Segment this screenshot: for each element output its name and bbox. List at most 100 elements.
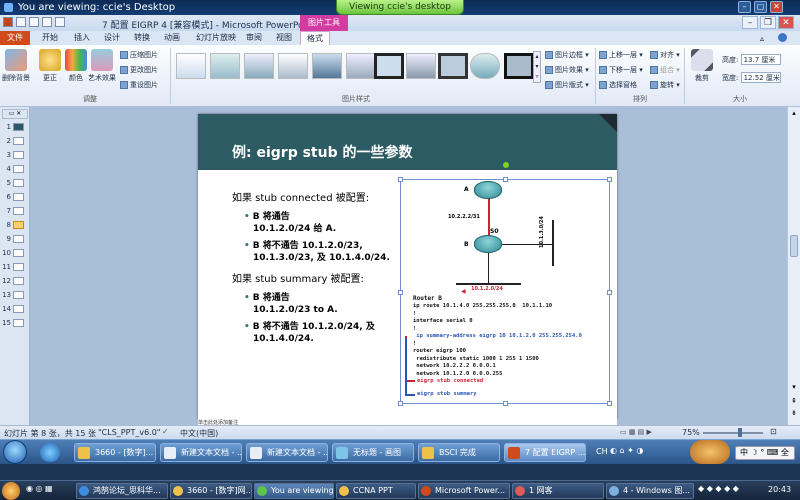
ime-indicator[interactable]: CH bbox=[596, 447, 608, 456]
slide-title[interactable]: 例: eigrp stub 的一些参数 bbox=[232, 142, 412, 162]
local-task-image-viewer[interactable]: 4 - Windows 图... bbox=[606, 483, 694, 499]
picture-style-4[interactable] bbox=[278, 53, 308, 79]
local-task-chat[interactable]: 1 网客 bbox=[512, 483, 604, 499]
minimize-button[interactable]: – bbox=[742, 16, 758, 29]
remote-minimize-button[interactable]: – bbox=[738, 1, 751, 13]
picture-style-7[interactable] bbox=[374, 53, 404, 79]
local-tray-icons[interactable]: ◆ ◆ ◆ ◆ ◆ bbox=[698, 484, 739, 493]
tab-format[interactable]: 格式 bbox=[300, 31, 330, 45]
vertical-scrollbar[interactable]: ▴ ▾ ⇞ ⇟ bbox=[787, 107, 800, 425]
tab-transitions[interactable]: 转换 bbox=[128, 31, 156, 45]
slide-thumb-10[interactable]: 10 bbox=[2, 249, 28, 261]
local-task-remote-viewer[interactable]: You are viewing:... bbox=[254, 483, 334, 499]
picture-style-3[interactable] bbox=[244, 53, 274, 79]
reset-picture-button[interactable]: 重设图片 bbox=[120, 80, 158, 91]
width-input[interactable]: 12.52 厘米 bbox=[740, 72, 781, 83]
rotate-handle[interactable] bbox=[503, 162, 509, 168]
send-backward-button[interactable]: 下移一层 ▾ bbox=[599, 65, 643, 76]
slide-thumb-7[interactable]: 7 bbox=[2, 207, 28, 219]
resize-handle[interactable] bbox=[398, 177, 403, 182]
resize-handle[interactable] bbox=[503, 177, 508, 182]
remote-task-powerpoint[interactable]: 7 配置 EIGRP ... bbox=[504, 443, 586, 462]
picture-style-6[interactable] bbox=[346, 53, 376, 79]
artistic-effects-button[interactable]: 艺术效果 bbox=[86, 49, 118, 83]
change-picture-button[interactable]: 更改图片 bbox=[120, 65, 158, 76]
zoom-slider[interactable] bbox=[703, 432, 763, 434]
resize-handle[interactable] bbox=[607, 177, 612, 182]
slide-thumb-14[interactable]: 14 bbox=[2, 305, 28, 317]
quick-launch-icons[interactable]: ◉ ◎ ▦ bbox=[26, 484, 53, 493]
slide-thumb-2[interactable]: 2 bbox=[2, 137, 28, 149]
picture-style-11[interactable] bbox=[504, 53, 534, 79]
local-task-powerpoint[interactable]: Microsoft Power... bbox=[418, 483, 510, 499]
remote-task-paint[interactable]: 无标题 - 画图 bbox=[332, 443, 414, 462]
styles-scroll-arrows[interactable]: ▴ ▾ ▿ bbox=[533, 51, 541, 83]
scroll-thumb[interactable] bbox=[790, 235, 798, 257]
redo-icon[interactable] bbox=[42, 17, 52, 27]
remote-task-3660[interactable]: 3660 - [数字]... bbox=[74, 443, 156, 462]
zoom-slider-thumb[interactable] bbox=[738, 428, 742, 437]
slide-thumb-1[interactable]: 1 bbox=[2, 123, 28, 135]
remote-restore-button[interactable]: ▢ bbox=[754, 1, 767, 13]
remote-close-button[interactable]: ✕ bbox=[770, 1, 783, 13]
slide-thumb-9[interactable]: 9 bbox=[2, 235, 28, 247]
remote-task-bsci[interactable]: BSCI 完成 bbox=[418, 443, 500, 462]
tab-home[interactable]: 开始 bbox=[36, 31, 64, 45]
zoom-level[interactable]: 75% bbox=[682, 428, 700, 437]
undo-icon[interactable] bbox=[29, 17, 39, 27]
tab-slideshow[interactable]: 幻灯片放映 bbox=[190, 31, 242, 45]
picture-style-2[interactable] bbox=[210, 53, 240, 79]
tab-animations[interactable]: 动画 bbox=[158, 31, 186, 45]
rotate-button[interactable]: 旋转 ▾ bbox=[650, 80, 680, 91]
height-input[interactable]: 13.7 厘米 bbox=[740, 54, 781, 65]
tab-review[interactable]: 审阅 bbox=[240, 31, 268, 45]
next-slide-icon[interactable]: ⇟ bbox=[789, 409, 799, 419]
slide-thumb-6[interactable]: 6 bbox=[2, 193, 28, 205]
restore-button[interactable]: ❐ bbox=[760, 16, 776, 29]
fit-to-window-icon[interactable]: ⊡ bbox=[770, 427, 777, 436]
remote-task-notepad-2[interactable]: 新建文本文档 - ... bbox=[246, 443, 328, 462]
local-task-ccna-ppt[interactable]: CCNA PPT bbox=[336, 483, 416, 499]
slide-thumb-4[interactable]: 4 bbox=[2, 165, 28, 177]
slide-thumb-12[interactable]: 12 bbox=[2, 277, 28, 289]
slide-thumb-15[interactable]: 15 bbox=[2, 319, 28, 331]
align-button[interactable]: 对齐 ▾ bbox=[650, 50, 680, 61]
scroll-down-icon[interactable]: ▾ bbox=[789, 383, 799, 393]
picture-style-1[interactable] bbox=[176, 53, 206, 79]
tab-file[interactable]: 文件 bbox=[0, 31, 30, 45]
slide-thumb-11[interactable]: 11 bbox=[2, 263, 28, 275]
picture-style-8[interactable] bbox=[406, 53, 436, 79]
viewing-desktop-tab[interactable]: Viewing ccie's desktop bbox=[336, 0, 464, 15]
resize-handle[interactable] bbox=[607, 401, 612, 406]
resize-handle[interactable] bbox=[398, 401, 403, 406]
picture-layout-button[interactable]: 图片版式 ▾ bbox=[545, 80, 589, 91]
picture-style-5[interactable] bbox=[312, 53, 342, 79]
local-start-button[interactable] bbox=[2, 482, 20, 500]
minimize-ribbon-icon[interactable]: ▵ bbox=[760, 34, 764, 43]
resize-handle[interactable] bbox=[398, 290, 403, 295]
selection-pane-button[interactable]: 选择窗格 bbox=[599, 80, 643, 91]
ie-icon[interactable] bbox=[40, 443, 60, 462]
picture-style-9[interactable] bbox=[438, 53, 468, 79]
group-button[interactable]: 组合 ▾ bbox=[650, 65, 680, 76]
save-icon[interactable] bbox=[16, 17, 26, 27]
crop-button[interactable]: 裁剪 bbox=[686, 49, 718, 83]
tab-design[interactable]: 设计 bbox=[98, 31, 126, 45]
thumbnail-pane-tabs[interactable]: ▭ ✕ bbox=[2, 109, 28, 119]
remote-start-button[interactable] bbox=[3, 440, 27, 464]
picture-style-10[interactable] bbox=[470, 53, 500, 79]
local-task-3660[interactable]: 3660 - [数字]网... bbox=[170, 483, 252, 499]
ime-toolbar[interactable]: 中 ☽ ° ⌨ 全 bbox=[735, 446, 795, 460]
slide-thumb-3[interactable]: 3 bbox=[2, 151, 28, 163]
compress-pictures-button[interactable]: 压缩图片 bbox=[120, 50, 158, 61]
scroll-up-icon[interactable]: ▴ bbox=[789, 109, 799, 119]
language-indicator[interactable]: 中文(中国) bbox=[180, 428, 218, 439]
help-icon[interactable] bbox=[778, 33, 787, 42]
remote-task-notepad-1[interactable]: 新建文本文档 - ... bbox=[160, 443, 242, 462]
slide-thumb-8[interactable]: 8 bbox=[2, 221, 28, 233]
resize-handle[interactable] bbox=[607, 290, 612, 295]
previous-slide-icon[interactable]: ⇞ bbox=[789, 397, 799, 407]
resize-handle[interactable] bbox=[503, 401, 508, 406]
close-button[interactable]: ✕ bbox=[778, 16, 794, 29]
network-diagram-picture[interactable]: A 10.2.2.2/31 S0 B 10.1.3.0/24 10.1.2.0/… bbox=[398, 162, 612, 406]
